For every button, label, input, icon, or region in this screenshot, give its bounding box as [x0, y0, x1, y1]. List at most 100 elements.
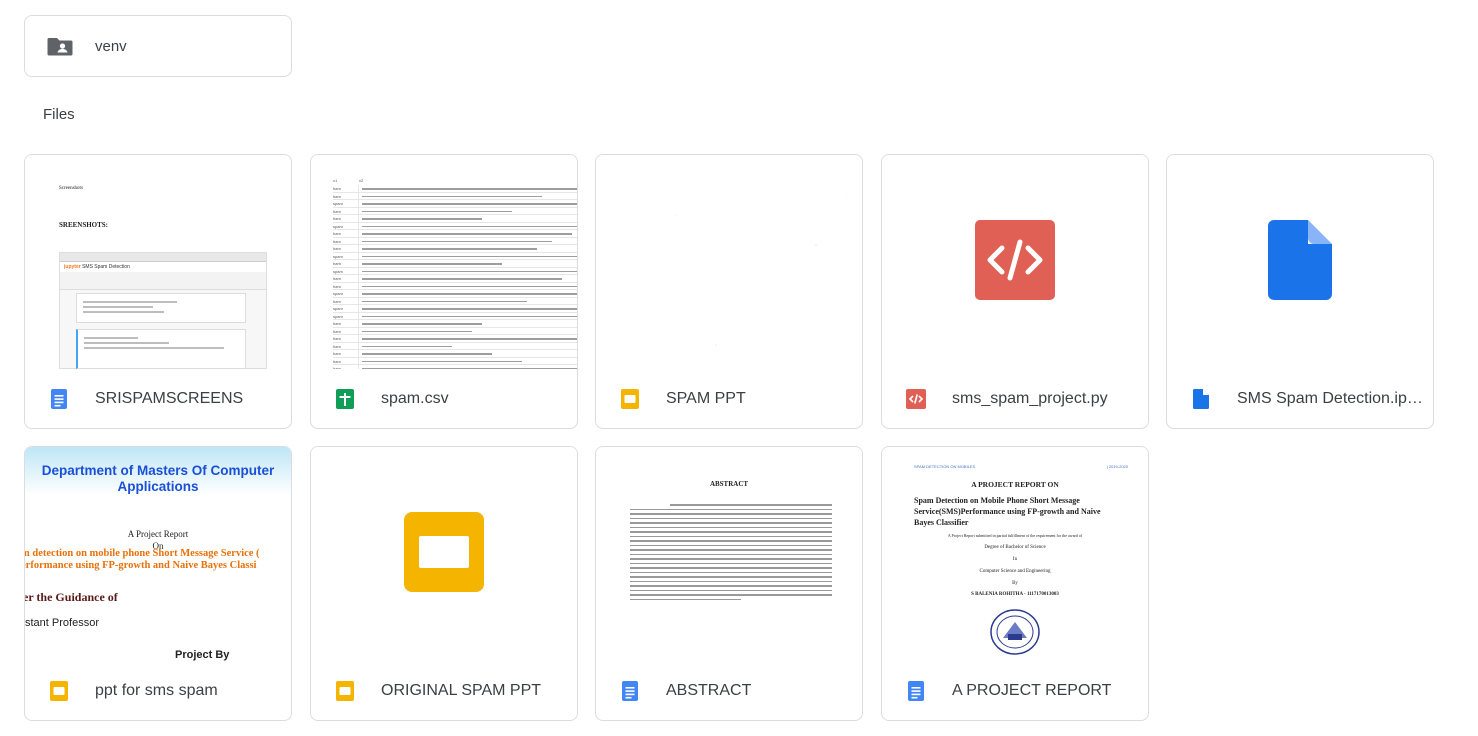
- preview-col-v2: v2: [359, 178, 364, 183]
- sheet-cell-label: ham: [333, 320, 359, 327]
- file-name: spam.csv: [381, 390, 449, 407]
- file-preview: Screenshots SREENSHOTS: jupyter SMS Spam…: [25, 155, 291, 369]
- preview-professor: stant Professor: [25, 617, 99, 629]
- preview-app-title: SMS Spam Detection: [82, 264, 130, 270]
- generic-file-large-icon: [1268, 219, 1332, 305]
- sheet-row: spam: [333, 290, 577, 298]
- file-name: SRISPAMSCREENS: [95, 390, 244, 407]
- sheet-cell-label: spam: [333, 267, 359, 274]
- preview-heading: A PROJECT REPORT ON: [971, 480, 1059, 489]
- sheet-row: ham: [333, 230, 577, 238]
- sheet-row: ham: [333, 335, 577, 343]
- file-name: A PROJECT REPORT: [952, 682, 1112, 699]
- sheet-cell-label: ham: [333, 297, 359, 304]
- preview-project-by: Project By: [175, 649, 230, 661]
- sheet-cell-label: ham: [333, 282, 359, 289]
- google-sheets-icon: [335, 389, 355, 409]
- preview-guided-by: Guided by:: [774, 323, 842, 338]
- sheet-cell-label: ham: [333, 215, 359, 222]
- sheet-row: ham: [333, 327, 577, 335]
- file-preview: [1167, 155, 1433, 369]
- sheet-row: ham: [333, 320, 577, 328]
- file-card-sms-spam-project-py[interactable]: sms_spam_project.py: [881, 154, 1149, 429]
- preview-heading: ABSTRACT: [709, 480, 749, 488]
- preview-body-text: [630, 501, 832, 603]
- file-preview: [311, 447, 577, 661]
- file-card-original-spam-ppt[interactable]: ORIGINAL SPAM PPT: [310, 446, 578, 721]
- file-card-spam-csv[interactable]: v1 v2 ham ham spam ham ham spam ham ham ham spam h…: [310, 154, 578, 429]
- google-slides-icon: [49, 681, 69, 701]
- sheet-cell-label: ham: [333, 327, 359, 334]
- shared-folder-icon: [47, 36, 73, 56]
- sheet-row: ham: [333, 357, 577, 365]
- sheet-row: ham: [333, 342, 577, 350]
- sheet-row: ham: [333, 350, 577, 358]
- file-name: SMS Spam Detection.ipynb: [1237, 390, 1427, 407]
- sheet-row: ham: [333, 207, 577, 215]
- preview-col-v1: v1: [333, 178, 338, 183]
- university-seal-icon: [989, 608, 1041, 661]
- file-card-a-project-report[interactable]: SPAM DETECTION ON MOBILES | 2019-2020 A …: [881, 446, 1149, 721]
- sheet-cell-label: spam: [333, 290, 359, 297]
- preview-department: Department of Masters Of Computer Applic…: [41, 463, 275, 494]
- folder-venv[interactable]: venv: [24, 15, 292, 77]
- sheet-cell-label: ham: [333, 260, 359, 267]
- file-card-srispamscreens[interactable]: Screenshots SREENSHOTS: jupyter SMS Spam…: [24, 154, 292, 429]
- preview-header-right: | 2019-2020: [1106, 464, 1128, 469]
- google-slides-icon: [620, 389, 640, 409]
- file-preview: v1 v2 ham ham spam ham ham spam ham ham ham spam h…: [311, 155, 577, 369]
- file-preview: ABSTRACT: [596, 447, 862, 661]
- sheet-row: ham: [333, 192, 577, 200]
- sheet-cell-label: ham: [333, 207, 359, 214]
- preview-report: A Project Report: [127, 529, 189, 539]
- sheet-row: spam: [333, 267, 577, 275]
- google-docs-icon: [620, 681, 640, 701]
- sheet-cell-label: ham: [333, 185, 359, 192]
- sheet-cell-label: spam: [333, 252, 359, 259]
- code-file-icon: [906, 389, 926, 409]
- sheet-row: ham: [333, 275, 577, 283]
- file-name: ABSTRACT: [666, 682, 752, 699]
- preview-heading: Screenshots: [59, 186, 83, 191]
- section-label-files: Files: [43, 106, 75, 123]
- sheet-row: ham: [333, 245, 577, 253]
- file-card-ppt-for-sms-spam[interactable]: Department of Masters Of Computer Applic…: [24, 446, 292, 721]
- sheet-cell-label: ham: [333, 357, 359, 364]
- file-card-spam-ppt[interactable]: pam detection on mobile pho SMS performa…: [595, 154, 863, 429]
- sheet-row: ham: [333, 237, 577, 245]
- google-docs-icon: [906, 681, 926, 701]
- file-card-abstract[interactable]: ABSTRACT ABSTRACT: [595, 446, 863, 721]
- preview-screenshot: jupyter SMS Spam Detection: [59, 252, 267, 369]
- sheet-cell-label: ham: [333, 192, 359, 199]
- sheet-cell-label: ham: [333, 230, 359, 237]
- file-name: sms_spam_project.py: [952, 390, 1108, 407]
- sheet-cell-label: ham: [333, 350, 359, 357]
- folder-name: venv: [95, 37, 127, 55]
- sheet-cell-label: ham: [333, 237, 359, 244]
- sheet-row: ham: [333, 282, 577, 290]
- preview-line1: A Project Report submitted in partial fu…: [947, 533, 1083, 538]
- preview-topic: m detection on mobile phone Short Messag…: [25, 548, 260, 571]
- file-card-sms-spam-detection[interactable]: SMS Spam Detection.ipynb: [1166, 154, 1434, 429]
- sheet-row: spam: [333, 252, 577, 260]
- preview-in: In: [1012, 557, 1018, 562]
- sheet-row: ham: [333, 297, 577, 305]
- file-preview: Department of Masters Of Computer Applic…: [25, 447, 291, 661]
- sheet-row: ham: [333, 260, 577, 268]
- sheet-cell-label: spam: [333, 305, 359, 312]
- preview-slide-title: pam detection on mobile pho SMS performa…: [605, 205, 853, 308]
- sheet-row: spam: [333, 200, 577, 208]
- preview-subheading: SREENSHOTS:: [59, 221, 109, 229]
- preview-title: Spam Detection on Mobile Phone Short Mes…: [914, 496, 1101, 527]
- file-preview: SPAM DETECTION ON MOBILES | 2019-2020 A …: [882, 447, 1148, 661]
- sheet-cell-label: spam: [333, 200, 359, 207]
- preview-author: S BALENIA ROHITHA - 1117170013003: [971, 592, 1059, 597]
- sheet-cell-label: ham: [333, 335, 359, 342]
- preview-header-left: SPAM DETECTION ON MOBILES: [914, 464, 976, 469]
- file-name: SPAM PPT: [666, 390, 746, 407]
- preview-guidance: er the Guidance of: [25, 590, 118, 604]
- file-name: ppt for sms spam: [95, 682, 218, 699]
- sheet-row: ham: [333, 215, 577, 223]
- preview-degree: Degree of Bachelor of Science: [984, 545, 1046, 550]
- file-preview: [882, 155, 1148, 369]
